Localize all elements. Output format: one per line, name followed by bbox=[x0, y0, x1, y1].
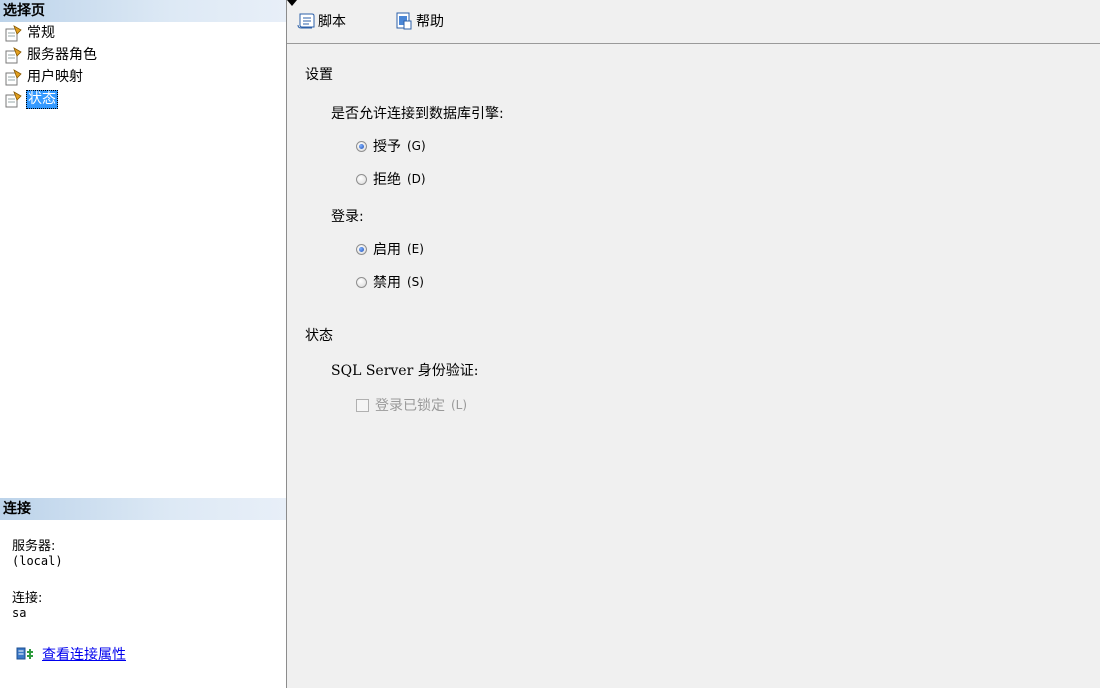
enable-mnemonic: (E) bbox=[407, 242, 424, 256]
help-icon bbox=[396, 12, 412, 30]
grant-radio[interactable]: 授予 (G) bbox=[356, 136, 426, 156]
page-label: 状态 bbox=[26, 89, 58, 109]
connection-header: 连接 bbox=[0, 498, 286, 520]
script-icon bbox=[297, 13, 315, 29]
radio-button[interactable] bbox=[356, 173, 367, 185]
script-label: 脚本 bbox=[318, 14, 346, 30]
help-button[interactable]: 帮助 bbox=[395, 11, 444, 31]
select-page-header: 选择页 bbox=[0, 0, 286, 22]
enable-radio[interactable]: 启用 (E) bbox=[356, 239, 424, 259]
disable-label: 禁用 bbox=[373, 275, 401, 291]
page-settings-icon bbox=[5, 24, 22, 41]
login-locked-mnemonic: (L) bbox=[451, 398, 468, 412]
server-value: (local) bbox=[12, 554, 63, 568]
page-settings-icon bbox=[5, 68, 22, 85]
grant-mnemonic: (G) bbox=[407, 139, 426, 153]
radio-button[interactable] bbox=[356, 276, 367, 288]
page-item-user-mapping[interactable]: 用户映射 bbox=[5, 66, 98, 88]
settings-group-title: 设置 bbox=[305, 67, 333, 83]
checkbox bbox=[356, 398, 369, 412]
panel-divider bbox=[286, 0, 287, 688]
login-label: 登录: bbox=[331, 209, 364, 225]
left-panel: 选择页 常规 服务器角色 用户映射 状态 连接 服务器: (local) 连接:… bbox=[0, 0, 286, 688]
server-info: 服务器: (local) bbox=[12, 539, 63, 569]
disable-mnemonic: (S) bbox=[407, 275, 424, 289]
toolbar: 脚本 帮助 bbox=[287, 0, 1100, 44]
page-settings-icon bbox=[5, 46, 22, 63]
allow-connect-label: 是否允许连接到数据库引擎: bbox=[331, 106, 504, 122]
connection-value: sa bbox=[12, 606, 27, 620]
view-connection-properties[interactable]: 查看连接属性 bbox=[16, 644, 126, 664]
script-dropdown-arrow[interactable] bbox=[287, 0, 297, 6]
page-label: 常规 bbox=[27, 24, 55, 41]
disable-radio[interactable]: 禁用 (S) bbox=[356, 272, 424, 292]
connection-info: 连接: sa bbox=[12, 591, 43, 621]
status-group-title: 状态 bbox=[305, 328, 333, 344]
connection-properties-icon bbox=[16, 647, 33, 660]
page-settings-icon bbox=[5, 90, 22, 107]
enable-label: 启用 bbox=[373, 242, 401, 258]
deny-radio[interactable]: 拒绝 (D) bbox=[356, 169, 426, 189]
view-connection-properties-link[interactable]: 查看连接属性 bbox=[42, 644, 126, 664]
page-label: 服务器角色 bbox=[27, 46, 97, 63]
connection-label: 连接: bbox=[12, 591, 43, 606]
grant-label: 授予 bbox=[373, 139, 401, 155]
page-item-general[interactable]: 常规 bbox=[5, 22, 98, 44]
deny-label: 拒绝 bbox=[373, 172, 401, 188]
radio-button[interactable] bbox=[356, 243, 367, 255]
help-label: 帮助 bbox=[416, 14, 444, 30]
page-label: 用户映射 bbox=[27, 68, 83, 85]
page-item-server-roles[interactable]: 服务器角色 bbox=[5, 44, 98, 66]
radio-button[interactable] bbox=[356, 140, 367, 152]
login-locked-label: 登录已锁定 bbox=[375, 398, 445, 414]
server-label: 服务器: bbox=[12, 539, 56, 554]
script-button[interactable]: 脚本 bbox=[297, 11, 346, 31]
sql-auth-label: SQL Server 身份验证: bbox=[331, 363, 479, 379]
deny-mnemonic: (D) bbox=[407, 172, 426, 186]
login-locked-checkbox: 登录已锁定 (L) bbox=[356, 395, 467, 415]
page-item-status[interactable]: 状态 bbox=[5, 88, 98, 110]
page-list: 常规 服务器角色 用户映射 状态 bbox=[5, 22, 98, 110]
